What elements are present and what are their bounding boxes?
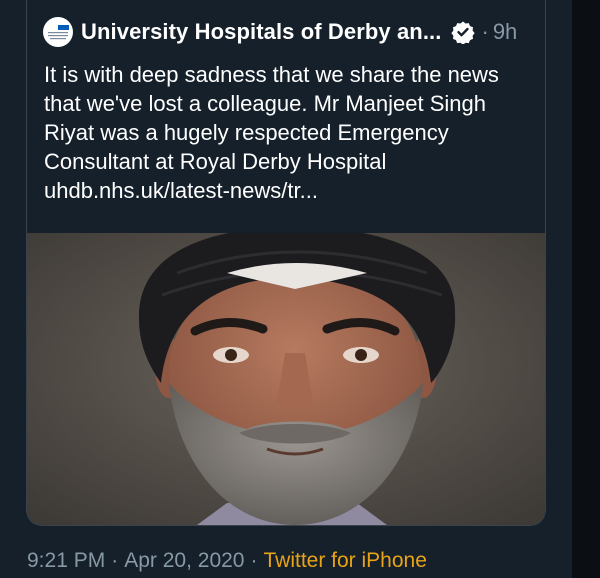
meta-separator-2: · (250, 549, 258, 572)
header-separator: · (481, 19, 489, 44)
tweet-source-link[interactable]: Twitter for iPhone (263, 549, 426, 572)
tweet-time[interactable]: 9:21 PM (27, 549, 105, 572)
tweet-meta: 9:21 PM · Apr 20, 2020 · Twitter for iPhone (27, 549, 427, 573)
screen-edge (572, 0, 600, 578)
nhs-logo-icon[interactable] (43, 17, 73, 47)
tweet-header: University Hospitals of Derby an... · 9h (43, 14, 537, 50)
relative-time[interactable]: 9h (493, 19, 517, 45)
meta-separator: · (111, 549, 119, 572)
quoted-tweet-card[interactable]: University Hospitals of Derby an... · 9h… (26, 0, 546, 526)
tweet-text: It is with deep sadness that we share th… (44, 62, 499, 203)
verified-badge-icon (451, 20, 476, 44)
tweet-date[interactable]: Apr 20, 2020 (124, 549, 244, 572)
author-name[interactable]: University Hospitals of Derby an... (81, 19, 441, 45)
portrait-photo[interactable] (27, 233, 545, 525)
